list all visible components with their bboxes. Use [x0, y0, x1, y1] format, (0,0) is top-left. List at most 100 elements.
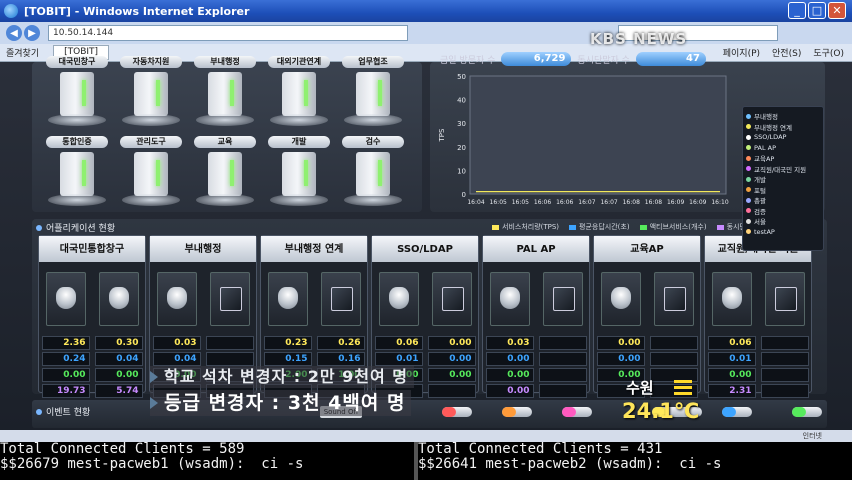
instance-icon[interactable] [542, 272, 583, 326]
app-card[interactable]: 교직원/대국민 지원0.060.010.002.31 [704, 235, 812, 398]
server-label: 통합인증 [46, 136, 108, 148]
legend-item[interactable]: 부내행정 [746, 111, 820, 122]
metric-row: 0.24 0.04 [39, 352, 145, 368]
server-node[interactable]: 검수 [336, 136, 410, 211]
server-node[interactable]: 통합인증 [40, 136, 114, 211]
legend-item[interactable]: 총괄 [746, 195, 820, 206]
terminal-right[interactable]: Total Connected Clients = 431 $$26641 mes… [418, 442, 852, 480]
app-card-title: 부내행정 연계 [261, 236, 367, 262]
legend-item[interactable]: 포털 [746, 185, 820, 196]
instance-icon[interactable] [156, 272, 197, 326]
legend-label: 액티브서비스(개수) [649, 223, 707, 231]
terminal-left[interactable]: Total Connected Clients = 589 $$26679 mes… [0, 442, 414, 480]
metric-value: 0.06 [707, 336, 756, 350]
app-card[interactable]: 대국민통합창구 2.36 0.30 0.24 0.04 0.00 0.00 19.73 5.74 [38, 235, 146, 398]
metric-value [760, 368, 809, 382]
legend-label: 개발 [754, 176, 766, 185]
event-level-badge[interactable] [722, 407, 752, 417]
metric-value: 0.01 [707, 352, 756, 366]
back-button[interactable]: ◀ [6, 25, 22, 41]
metric-row: 0.01 [705, 352, 811, 368]
server-label: 자동차지원 [120, 56, 182, 68]
metric-value: 0.26 [316, 336, 365, 350]
app-card[interactable]: 교육AP 0.00 0.00 0.00 [593, 235, 701, 398]
server-label: 개발 [268, 136, 330, 148]
metric-value: 0.00 [94, 368, 143, 382]
legend-item[interactable]: testAP [746, 227, 820, 238]
close-button[interactable]: ✕ [828, 2, 846, 19]
server-node[interactable]: 대외기관연계 [262, 56, 336, 131]
x-tick-label: 16:07 [578, 199, 595, 206]
url-field[interactable]: 10.50.14.144 [48, 25, 408, 41]
metric-value: 0.30 [94, 336, 143, 350]
legend-item[interactable]: 검증 [746, 206, 820, 217]
instance-icon[interactable] [45, 272, 86, 326]
terminal-line: $$26641 mest-pacweb2 (wsadm): ci -s [418, 456, 722, 472]
legend-item[interactable]: 부내행정 연계 [746, 122, 820, 133]
legend-dot-icon [746, 197, 751, 203]
legend-dot-icon [746, 155, 751, 161]
event-title: 이벤트 현황 [46, 408, 91, 418]
legend-item[interactable]: 교직원/대국민 지원 [746, 164, 820, 175]
server-node[interactable]: 관리도구 [114, 136, 188, 211]
legend-item[interactable]: 서울 [746, 216, 820, 227]
window-titlebar: [TOBIT] - Windows Internet Explorer _ □ … [0, 0, 852, 22]
instance-icon[interactable] [209, 272, 250, 326]
legend-item[interactable]: PAL AP [746, 143, 820, 154]
app-legend: 서비스처리량(TPS)평균응답시간(초)액티브서비스(개수)동시단말자수 [492, 222, 765, 232]
server-label: 관리도구 [120, 136, 182, 148]
maximize-button[interactable]: □ [808, 2, 826, 19]
app-section-title: 어플리케이션 현황 [46, 224, 116, 234]
ie-logo-icon [4, 4, 18, 18]
legend-dot-icon [746, 145, 751, 151]
metric-value: 0.00 [41, 368, 90, 382]
address-bar: ◀ ▶ 10.50.14.144 [0, 22, 852, 44]
server-node[interactable]: 대국민창구 [40, 56, 114, 131]
metric-value [649, 336, 698, 350]
server-node[interactable]: 업무협조 [336, 56, 410, 131]
server-node[interactable]: 자동차지원 [114, 56, 188, 131]
metric-value: 0.04 [94, 352, 143, 366]
favorites-button[interactable]: 즐겨찾기 [6, 46, 39, 59]
server-node[interactable]: 교육 [188, 136, 262, 211]
tools-menu[interactable]: 도구(O) [813, 46, 844, 59]
server-label: 업무협조 [342, 56, 404, 68]
app-legend-item: 서비스처리량(TPS) [492, 222, 559, 232]
command-bar: 페이지(P) 안전(S) 도구(O) [723, 46, 844, 59]
server-icon [208, 152, 242, 196]
event-level-badge[interactable] [792, 407, 822, 417]
instance-icon[interactable] [320, 272, 361, 326]
metric-value: 0.00 [427, 352, 476, 366]
safety-menu[interactable]: 안전(S) [772, 46, 801, 59]
server-label: 부내행정 [194, 56, 256, 68]
instance-icon[interactable] [711, 272, 752, 326]
legend-swatch-icon [639, 224, 647, 230]
x-tick-label: 16:06 [534, 199, 551, 206]
instance-icon[interactable] [98, 272, 139, 326]
instance-icon[interactable] [378, 272, 419, 326]
legend-item[interactable]: 개발 [746, 174, 820, 185]
legend-label: 서비스처리량(TPS) [502, 223, 560, 231]
legend-dot-icon [746, 218, 751, 224]
app-instances [372, 272, 478, 328]
instance-icon[interactable] [653, 272, 694, 326]
legend-item[interactable]: 교육AP [746, 153, 820, 164]
legend-swatch-icon [492, 224, 499, 230]
server-node[interactable]: 부내행정 [188, 56, 262, 131]
x-tick-label: 16:05 [490, 199, 507, 206]
instance-icon[interactable] [431, 272, 472, 326]
legend-label: 검증 [754, 207, 766, 216]
forward-button[interactable]: ▶ [24, 25, 40, 41]
minimize-button[interactable]: _ [788, 2, 806, 19]
page-menu[interactable]: 페이지(P) [723, 46, 760, 59]
server-node[interactable]: 개발 [262, 136, 336, 211]
x-tick-label: 16:04 [467, 199, 484, 206]
y-tick-label: 30 [457, 120, 466, 128]
instance-icon[interactable] [267, 272, 308, 326]
instance-icon[interactable] [764, 272, 805, 326]
instance-icon[interactable] [489, 272, 530, 326]
y-tick-label: 50 [457, 73, 466, 81]
server-glow [122, 194, 180, 206]
legend-item[interactable]: SSO/LDAP [746, 132, 820, 143]
instance-icon[interactable] [600, 272, 641, 326]
